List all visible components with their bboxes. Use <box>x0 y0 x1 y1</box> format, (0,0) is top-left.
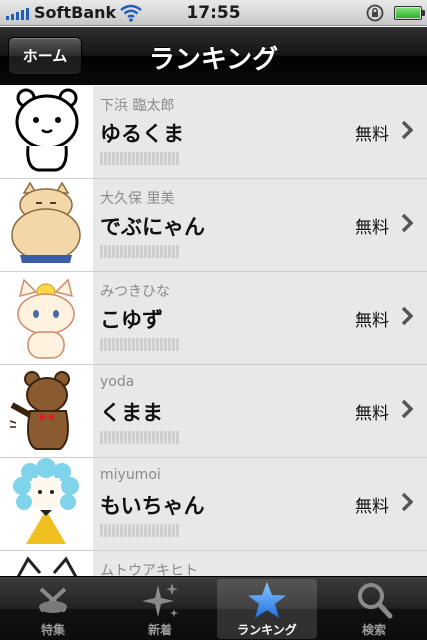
rating-bar <box>100 431 180 444</box>
sticker-thumbnail <box>0 458 93 550</box>
rotation-lock-icon <box>366 4 384 22</box>
battery-icon <box>394 6 425 20</box>
sticker-name: もいちゃん <box>100 494 205 518</box>
price-label: 無料 <box>355 218 389 238</box>
sticker-name: くまま <box>100 401 163 425</box>
price-label: 無料 <box>355 311 389 331</box>
sticker-name: でぶにゃん <box>100 215 205 239</box>
star-icon <box>248 582 286 618</box>
tab-label: ランキング <box>237 623 297 637</box>
white-bear-icon <box>15 88 79 172</box>
rating-bar <box>100 152 180 165</box>
page-title: ランキング <box>148 45 279 75</box>
tab-ranking[interactable]: ランキング <box>214 577 320 640</box>
status-time: 17:55 <box>186 3 241 23</box>
tab-label: 検索 <box>361 623 386 637</box>
chevron-right-icon <box>401 492 413 512</box>
sticker-name: こゆず <box>100 308 163 332</box>
price-label: 無料 <box>355 125 389 145</box>
navigation-bar: ホーム ランキング <box>0 27 427 85</box>
author-name: miyumoi <box>100 467 161 483</box>
brown-bear-icon <box>9 371 70 450</box>
price-label: 無料 <box>355 404 389 424</box>
price-label: 無料 <box>355 497 389 517</box>
list-item[interactable]: 下浜 臨太郎 ゆるくま 無料 <box>0 86 427 179</box>
rating-bar <box>100 338 180 351</box>
search-icon <box>358 583 393 619</box>
tab-new[interactable]: 新着 <box>107 577 213 640</box>
chevron-right-icon <box>401 399 413 419</box>
author-name: yoda <box>100 374 135 390</box>
author-name: ムトウアキヒト <box>100 563 198 576</box>
author-name: 大久保 里美 <box>100 191 175 207</box>
tab-label: 特集 <box>40 623 65 637</box>
chevron-right-icon <box>401 120 413 140</box>
list-item[interactable]: ムトウアキヒト <box>0 551 427 576</box>
list-item[interactable]: yoda くまま 無料 <box>0 365 427 458</box>
tab-label: 新着 <box>147 623 172 637</box>
rating-bar <box>100 524 180 537</box>
sparkle-icon <box>142 583 178 617</box>
list-item[interactable]: miyumoi もいちゃん 無料 <box>0 458 427 551</box>
list-item[interactable]: みつきひな こゆず 無料 <box>0 272 427 365</box>
sticker-thumbnail <box>0 86 93 178</box>
cat-with-chick-icon <box>17 278 75 359</box>
blue-hair-girl-icon <box>13 458 79 544</box>
sticker-thumbnail <box>0 179 93 271</box>
tab-search[interactable]: 検索 <box>321 577 427 640</box>
chevron-right-icon <box>401 306 413 326</box>
sticker-thumbnail <box>0 272 93 364</box>
cat-outline-icon <box>16 556 78 576</box>
status-bar: SoftBank 17:55 <box>0 0 427 26</box>
fat-cat-icon <box>11 181 81 263</box>
author-name: みつきひな <box>100 284 170 300</box>
tab-featured[interactable]: 特集 <box>0 577 106 640</box>
ranking-list[interactable]: 下浜 臨太郎 ゆるくま 無料 大久保 里美 でぶにゃん 無料 みつきひな こゆず… <box>0 86 427 576</box>
scissors-icon <box>39 587 67 613</box>
sticker-thumbnail <box>0 365 93 457</box>
tab-bar: 特集 新着 ランキング 検索 <box>0 576 427 640</box>
sticker-thumbnail <box>0 551 93 576</box>
rating-bar <box>100 245 180 258</box>
author-name: 下浜 臨太郎 <box>100 98 175 114</box>
sticker-name: ゆるくま <box>100 122 184 146</box>
chevron-right-icon <box>401 213 413 233</box>
list-item[interactable]: 大久保 里美 でぶにゃん 無料 <box>0 179 427 272</box>
